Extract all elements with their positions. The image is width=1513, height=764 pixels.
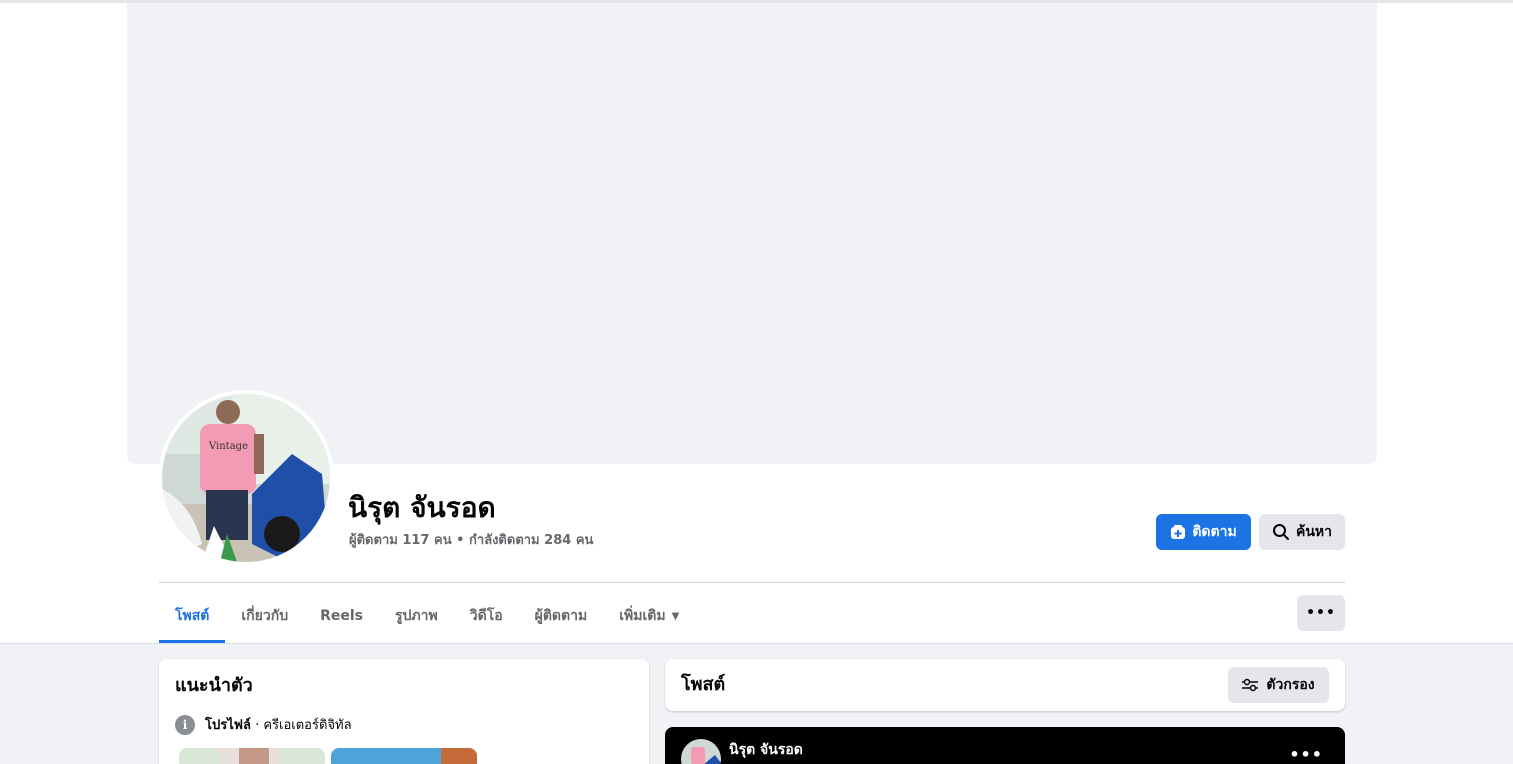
filter-label: ตัวกรอง [1266, 677, 1315, 693]
more-dots-icon: ••• [1306, 605, 1336, 621]
profile-name: นิรุต จันรอด [348, 491, 496, 524]
post-more-icon[interactable]: ••• [1289, 745, 1323, 764]
post-card: นิรุต จันรอด ••• [665, 727, 1345, 764]
info-icon: i [175, 714, 195, 735]
tab-photos[interactable]: รูปภาพ [379, 589, 454, 643]
caret-down-icon: ▼ [671, 610, 680, 622]
avatar-photo: Vintage [162, 394, 330, 562]
filter-sliders-icon [1242, 678, 1259, 692]
tab-label: ผู้ติดตาม [534, 608, 588, 624]
tab-followers[interactable]: ผู้ติดตาม [519, 589, 604, 643]
header-divider [159, 582, 1345, 583]
more-options-button[interactable]: ••• [1297, 595, 1345, 631]
featured-photo-2[interactable] [331, 748, 477, 764]
tab-reels[interactable]: Reels [304, 589, 379, 643]
intro-profile-line: i โปรไฟล์ · ครีเอเตอร์ดิจิทัล [175, 714, 352, 735]
profile-header: Vintage นิรุต จันรอด ผู้ติดตาม 117 คน • … [0, 0, 1513, 644]
tab-label: เพิ่มเติม [619, 608, 666, 624]
tab-label: วิดีโอ [469, 608, 503, 624]
posts-title: โพสต์ [681, 674, 726, 695]
search-icon [1272, 524, 1289, 540]
tab-more[interactable]: เพิ่มเติม ▼ [603, 589, 695, 643]
tab-label: เกี่ยวกับ [241, 608, 289, 624]
follow-button[interactable]: ติดตาม [1156, 514, 1251, 550]
filter-button[interactable]: ตัวกรอง [1228, 667, 1329, 703]
intro-card: แนะนำตัว i โปรไฟล์ · ครีเอเตอร์ดิจิทัล [159, 659, 649, 764]
post-author-name[interactable]: นิรุต จันรอด [729, 741, 803, 759]
search-label: ค้นหา [1295, 524, 1333, 540]
profile-stats[interactable]: ผู้ติดตาม 117 คน • กำลังติดตาม 284 คน [349, 531, 593, 551]
posts-header-card: โพสต์ ตัวกรอง [665, 659, 1345, 711]
featured-photo-1[interactable] [179, 748, 325, 764]
profile-tabs: โพสต์ เกี่ยวกับ Reels รูปภาพ วิดีโอ ผู้ต… [159, 589, 695, 643]
tab-label: โพสต์ [175, 608, 210, 624]
search-button[interactable]: ค้นหา [1259, 514, 1345, 550]
profile-avatar[interactable]: Vintage [158, 390, 334, 566]
post-author-avatar[interactable] [681, 739, 721, 764]
follow-label: ติดตาม [1192, 524, 1237, 540]
intro-profile-label: โปรไฟล์ [205, 718, 251, 733]
tab-label: Reels [320, 608, 363, 624]
intro-title: แนะนำตัว [175, 675, 253, 696]
svg-text:Vintage: Vintage [208, 441, 248, 452]
tab-label: รูปภาพ [395, 608, 438, 624]
tab-videos[interactable]: วิดีโอ [454, 589, 519, 643]
intro-profile-detail: · ครีเอเตอร์ดิจิทัล [250, 718, 352, 733]
tab-about[interactable]: เกี่ยวกับ [225, 589, 304, 643]
profile-page: Vintage นิรุต จันรอด ผู้ติดตาม 117 คน • … [0, 0, 1513, 764]
tab-posts[interactable]: โพสต์ [159, 589, 226, 643]
cover-photo[interactable] [127, 3, 1377, 464]
follow-plus-icon [1171, 525, 1186, 539]
